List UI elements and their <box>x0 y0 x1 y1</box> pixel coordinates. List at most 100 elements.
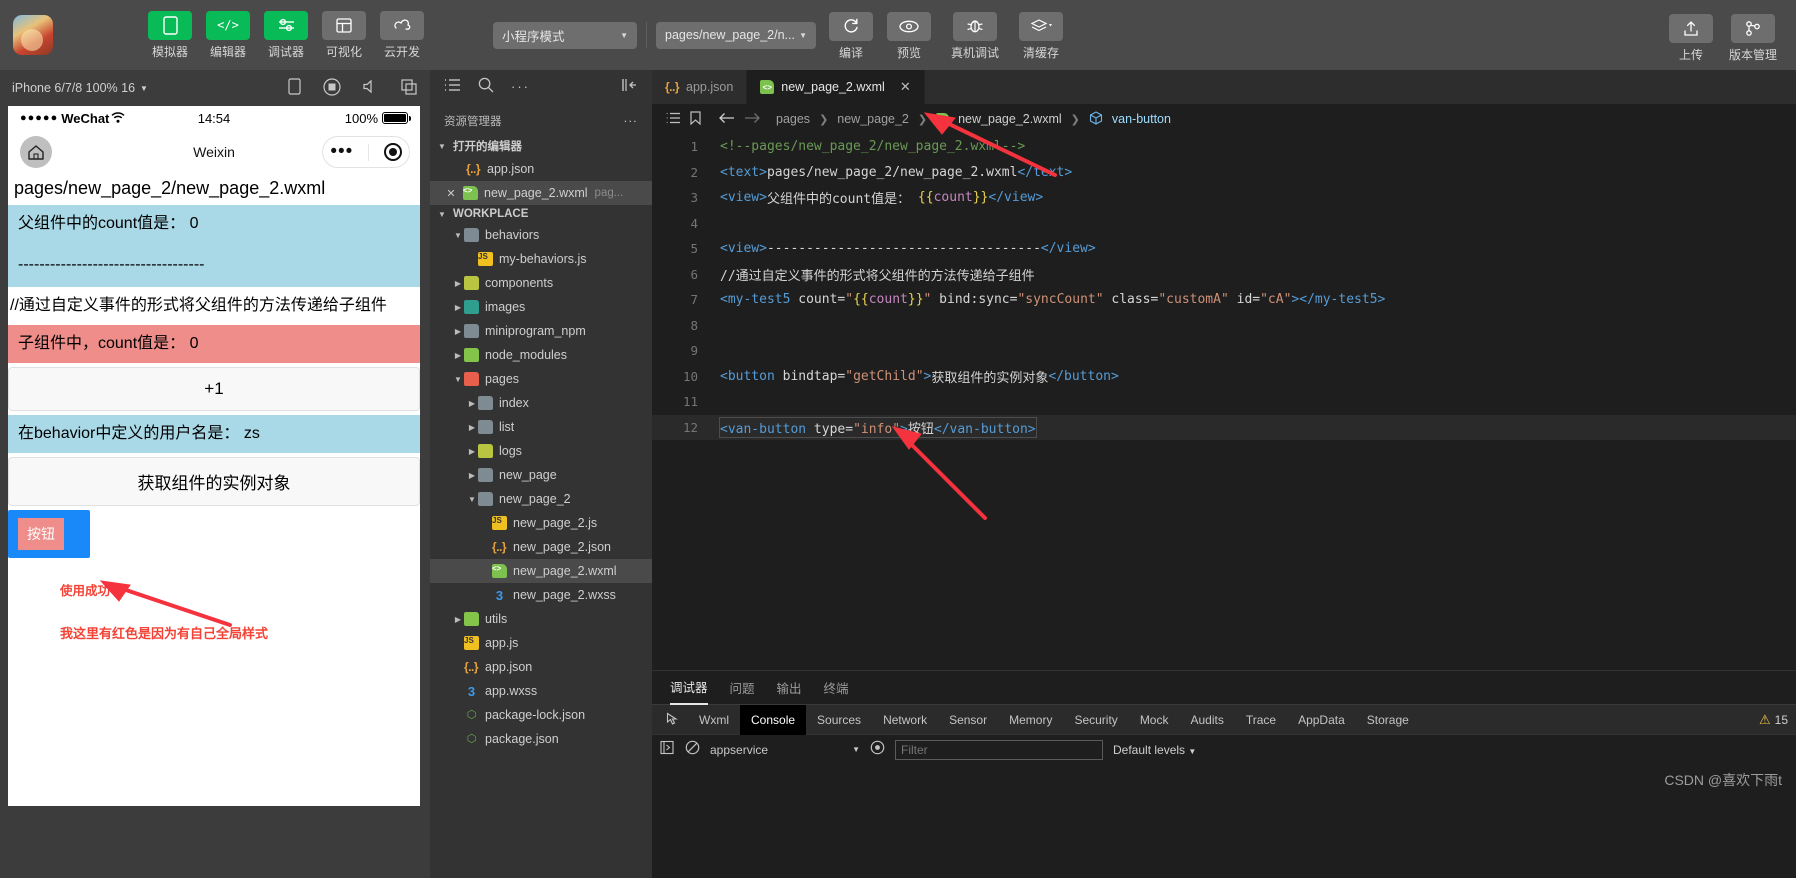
chevron-right-icon[interactable]: ▶ <box>466 471 478 480</box>
toolbar-item-simulator[interactable]: 模拟器 <box>142 10 198 60</box>
search-icon[interactable] <box>478 77 494 98</box>
record-icon[interactable] <box>323 77 341 99</box>
breadcrumb-new-page-2[interactable]: new_page_2 <box>837 112 909 126</box>
forward-arrow-icon[interactable] <box>744 111 761 127</box>
code-line[interactable]: 11 <box>652 389 1796 415</box>
code-line[interactable]: 10 <button bindtap= "getChild" > 获取组件的实例对象 </… <box>652 364 1796 390</box>
devtools-tab-wxml[interactable]: Wxml <box>688 705 740 735</box>
more-icon[interactable]: ··· <box>511 80 530 93</box>
target-icon[interactable] <box>383 143 402 161</box>
tree-item[interactable]: ▶ list <box>430 415 652 439</box>
tree-item[interactable]: ▶ miniprogram_npm <box>430 319 652 343</box>
tree-item[interactable]: JS app.js <box>430 631 652 655</box>
tree-item[interactable]: ▼ new_page_2 <box>430 487 652 511</box>
breadcrumb-pages[interactable]: pages <box>776 112 810 126</box>
sim-button-plus-one[interactable]: +1 <box>8 367 420 411</box>
list-icon[interactable] <box>444 78 461 97</box>
tree-item[interactable]: ▶ index <box>430 391 652 415</box>
code-line[interactable]: 5 <view> ---------------------------------… <box>652 236 1796 262</box>
device-selector[interactable]: iPhone 6/7/8 100% 16 <box>12 81 135 95</box>
devtools-tab-security[interactable]: Security <box>1063 705 1128 735</box>
collapse-icon[interactable] <box>621 78 638 97</box>
chevron-right-icon[interactable]: ▶ <box>452 279 464 288</box>
code-line[interactable]: 12 <van-button type="info">按钮</van-button… <box>652 414 1796 440</box>
breadcrumb-symbol[interactable]: van-button <box>1112 112 1171 126</box>
section-open-editors[interactable]: ▼ 打开的编辑器 <box>430 135 652 157</box>
code-area[interactable]: 1 <!--pages/new_page_2/new_page_2.wxml-->… <box>652 134 1796 670</box>
toolbar-item-version[interactable]: 版本管理 <box>1721 14 1785 63</box>
chevron-down-icon[interactable]: ▼ <box>466 495 478 504</box>
devtools-tab-sources[interactable]: Sources <box>806 705 872 735</box>
tree-item[interactable]: ▶ logs <box>430 439 652 463</box>
chevron-right-icon[interactable]: ▶ <box>466 423 478 432</box>
copy-icon[interactable] <box>401 78 418 98</box>
tree-item[interactable]: {..} app.json <box>430 655 652 679</box>
breadcrumb-file[interactable]: new_page_2.wxml <box>958 112 1062 126</box>
console-tab-终端[interactable]: 终端 <box>824 671 849 705</box>
warning-indicator[interactable]: ⚠ 15 <box>1759 712 1796 728</box>
toolbar-item-realdebug[interactable]: 真机调试 <box>939 11 1011 61</box>
code-line[interactable]: 1 <!--pages/new_page_2/new_page_2.wxml--> <box>652 134 1796 160</box>
devtools-tab-trace[interactable]: Trace <box>1235 705 1287 735</box>
toolbar-item-editor[interactable]: </> 编辑器 <box>200 10 256 60</box>
code-line[interactable]: 3 <view> 父组件中的count值是： {{count}} </view> <box>652 185 1796 211</box>
mute-icon[interactable] <box>363 79 379 97</box>
log-levels-select[interactable]: Default levels ▼ <box>1113 743 1196 757</box>
chevron-down-icon[interactable]: ▼ <box>452 375 464 384</box>
tree-item[interactable]: ⬡ package-lock.json <box>430 703 652 727</box>
code-line[interactable]: 6 //通过自定义事件的形式将父组件的方法传递给子组件 <box>652 262 1796 288</box>
execute-icon[interactable] <box>660 740 675 760</box>
tree-item[interactable]: ⬡ package.json <box>430 727 652 751</box>
bookmark-icon[interactable] <box>690 110 701 128</box>
open-editor-app-json[interactable]: {..} app.json <box>430 157 652 181</box>
toolbar-item-visual[interactable]: 可视化 <box>316 10 372 60</box>
chevron-right-icon[interactable]: ▶ <box>452 615 464 624</box>
chevron-right-icon[interactable]: ▶ <box>452 351 464 360</box>
tree-item[interactable]: 3 new_page_2.wxss <box>430 583 652 607</box>
devtools-tab-console[interactable]: Console <box>740 704 807 735</box>
list-icon[interactable] <box>666 111 681 127</box>
console-tab-输出[interactable]: 输出 <box>777 671 802 705</box>
tree-item[interactable]: ▶ images <box>430 295 652 319</box>
toolbar-item-compile[interactable]: 编译 <box>823 11 879 61</box>
van-button[interactable]: 按钮 <box>8 510 90 558</box>
tree-item[interactable]: <> new_page_2.wxml <box>430 559 652 583</box>
toolbar-item-upload[interactable]: 上传 <box>1663 14 1719 63</box>
code-line[interactable]: 4 <box>652 211 1796 237</box>
toolbar-item-cloud[interactable]: 云开发 <box>374 10 430 60</box>
open-editor-new-page-2-wxml[interactable]: ✕ <> new_page_2.wxml pag... <box>430 181 652 205</box>
console-settings-icon[interactable] <box>870 740 885 760</box>
code-line[interactable]: 7 <my-test5 count= "{{count}} " bind:sync= "… <box>652 287 1796 313</box>
console-tab-调试器[interactable]: 调试器 <box>670 671 708 705</box>
chevron-right-icon[interactable]: ▶ <box>452 303 464 312</box>
tree-item[interactable]: ▼ pages <box>430 367 652 391</box>
explorer-more-icon[interactable]: ... <box>624 113 638 125</box>
tab-new-page-2-wxml[interactable]: <> new_page_2.wxml ✕ <box>747 70 925 104</box>
code-line[interactable]: 8 <box>652 313 1796 339</box>
devtools-tab-storage[interactable]: Storage <box>1356 705 1420 735</box>
close-icon[interactable]: ✕ <box>444 187 458 200</box>
tree-item[interactable]: 3 app.wxss <box>430 679 652 703</box>
tree-item[interactable]: ▶ new_page <box>430 463 652 487</box>
sim-button-get-child[interactable]: 获取组件的实例对象 <box>8 457 420 506</box>
tree-item[interactable]: ▶ node_modules <box>430 343 652 367</box>
chevron-right-icon[interactable]: ▶ <box>466 447 478 456</box>
devtools-tab-audits[interactable]: Audits <box>1179 705 1234 735</box>
devtools-tab-network[interactable]: Network <box>872 705 938 735</box>
toolbar-item-debugger[interactable]: 调试器 <box>258 10 314 60</box>
mode-select[interactable]: 小程序模式 ▼ <box>493 21 637 49</box>
page-select[interactable]: pages/new_page_2/n... ▼ <box>656 21 816 49</box>
code-line[interactable]: 2 <text> pages/new_page_2/new_page_2.wxml <… <box>652 160 1796 186</box>
context-select[interactable]: appservice ▼ <box>710 743 860 757</box>
tree-item[interactable]: JS my-behaviors.js <box>430 247 652 271</box>
chevron-right-icon[interactable]: ▶ <box>452 327 464 336</box>
inspect-element-icon[interactable] <box>658 712 688 727</box>
console-tab-问题[interactable]: 问题 <box>730 671 755 705</box>
filter-input[interactable] <box>895 739 1103 760</box>
close-icon[interactable]: ✕ <box>900 79 911 95</box>
chevron-right-icon[interactable]: ▶ <box>466 399 478 408</box>
code-line[interactable]: 9 <box>652 338 1796 364</box>
tree-item[interactable]: ▼ behaviors <box>430 223 652 247</box>
chevron-down-icon[interactable]: ▼ <box>452 231 464 240</box>
toolbar-item-clearcache[interactable]: 清缓存 <box>1013 11 1069 61</box>
